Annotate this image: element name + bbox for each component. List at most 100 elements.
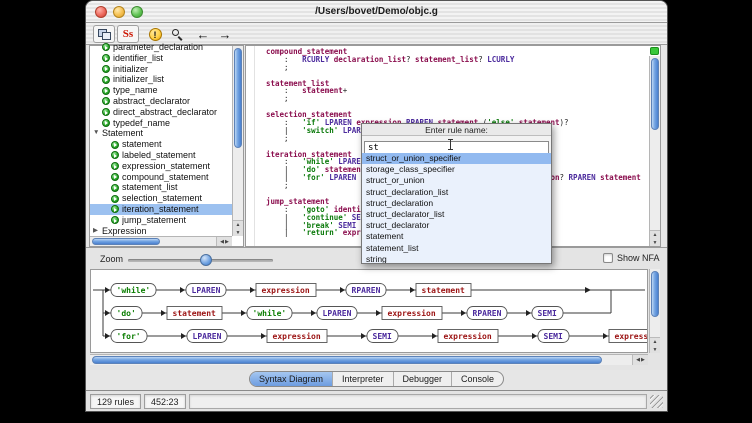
- tree-item-compound_statement[interactable]: compound_statement: [90, 172, 232, 183]
- rule-icon: [111, 173, 119, 181]
- tab-interpreter[interactable]: Interpreter: [333, 372, 394, 386]
- diagram-hscroll-arrows[interactable]: ◀▶: [632, 355, 648, 365]
- desktop-background: /Users/bovet/Demo/objc.g Ss ! ← →: [0, 0, 752, 423]
- editor-vertical-scrollbar-thumb[interactable]: [651, 58, 659, 130]
- rule-icon: [111, 216, 119, 224]
- completion-item[interactable]: struct_declaration: [362, 198, 551, 209]
- tab-debugger[interactable]: Debugger: [394, 372, 453, 386]
- back-button[interactable]: ←: [192, 25, 214, 43]
- tree-item-Expression[interactable]: ▶Expression: [90, 226, 232, 236]
- rule-tree: parameter_declarationidentifier_listinit…: [90, 42, 232, 236]
- editor-gutter: [254, 46, 255, 246]
- diagram-vertical-scrollbar-thumb[interactable]: [651, 271, 659, 317]
- completion-item[interactable]: string: [362, 254, 551, 263]
- tree-item-iteration_statement[interactable]: iteration_statement: [90, 204, 232, 215]
- syntax-diagram-panel: Zoom Show NFA 'while'LPARENexpressionRPA…: [86, 247, 667, 370]
- completion-item[interactable]: statement: [362, 231, 551, 242]
- caret-position: 452:23: [144, 394, 186, 409]
- rule-icon: [102, 65, 110, 73]
- find-button[interactable]: [166, 25, 188, 43]
- syntax-coloring-icon: Ss: [123, 29, 133, 40]
- zoom-button[interactable]: [131, 6, 143, 18]
- completion-item[interactable]: struct_declarator_list: [362, 209, 551, 220]
- ideas-button[interactable]: !: [144, 25, 166, 43]
- status-bar: 129 rules 452:23: [86, 390, 667, 411]
- tree-item-type_name[interactable]: type_name: [90, 85, 232, 96]
- console-button[interactable]: [93, 25, 115, 43]
- zoom-slider[interactable]: [128, 259, 273, 262]
- tree-vertical-scrollbar[interactable]: ▲▼: [232, 46, 243, 236]
- diagram-node-label: statement: [173, 309, 217, 318]
- tree-item-identifier_list[interactable]: identifier_list: [90, 53, 232, 64]
- completion-item[interactable]: struct_declaration_list: [362, 187, 551, 198]
- rule-icon: [102, 108, 110, 116]
- ibeam-cursor: [450, 139, 451, 150]
- completion-item[interactable]: struct_or_union: [362, 175, 551, 186]
- triangle-collapsed-icon[interactable]: ▶: [93, 226, 102, 236]
- tab-syntax-diagram[interactable]: Syntax Diagram: [250, 372, 333, 386]
- tree-horizontal-scrollbar-thumb[interactable]: [92, 238, 160, 245]
- rule-icon: [102, 76, 110, 84]
- tree-hscroll-arrows[interactable]: ◀▶: [216, 237, 232, 246]
- find-icon: [171, 28, 184, 41]
- completion-item[interactable]: storage_class_specifier: [362, 164, 551, 175]
- tree-item-expression_statement[interactable]: expression_statement: [90, 161, 232, 172]
- diagram-node-label: LPAREN: [323, 309, 352, 318]
- tree-item-statement_list[interactable]: statement_list: [90, 182, 232, 193]
- diagram-horizontal-scrollbar-thumb[interactable]: [92, 356, 602, 364]
- tree-item-initializer[interactable]: initializer: [90, 64, 232, 75]
- resize-grip[interactable]: [650, 395, 663, 408]
- diagram-node-label: LPAREN: [193, 332, 222, 341]
- diagram-node-label: SEMI: [544, 332, 563, 341]
- diagram-node-label: expression: [273, 331, 321, 341]
- tree-item-labeled_statement[interactable]: labeled_statement: [90, 150, 232, 161]
- tree-item-initializer_list[interactable]: initializer_list: [90, 74, 232, 85]
- diagram-node-label: SEMI: [373, 332, 392, 341]
- diagram-node-label: 'while': [117, 285, 151, 295]
- diagram-node-label: statement: [422, 286, 466, 295]
- tree-item-typedef_name[interactable]: typedef_name: [90, 118, 232, 129]
- diagram-node-label: LPAREN: [192, 286, 221, 295]
- rule-icon: [111, 141, 119, 149]
- rule-icon: [102, 97, 110, 105]
- tree-item-abstract_declarator[interactable]: abstract_declarator: [90, 96, 232, 107]
- popup-title: Enter rule name:: [362, 124, 551, 136]
- completion-list: struct_or_union_specifierstorage_class_s…: [362, 153, 551, 263]
- tree-item-direct_abstract_declarator[interactable]: direct_abstract_declarator: [90, 107, 232, 118]
- tree-item-selection_statement[interactable]: selection_statement: [90, 193, 232, 204]
- diagram-node-label: expression: [262, 285, 310, 295]
- rule-count: 129 rules: [90, 394, 141, 409]
- console-icon: [98, 29, 111, 40]
- rule-icon: [111, 195, 119, 203]
- diagram-vertical-scrollbar[interactable]: ▲▼: [649, 269, 660, 353]
- diagram-scroll-arrows[interactable]: ▲▼: [650, 337, 660, 353]
- diagram-node-label: expression: [388, 308, 436, 318]
- syntax-coloring-button[interactable]: Ss: [117, 25, 139, 43]
- tree-item-statement[interactable]: statement: [90, 139, 232, 150]
- rule-name-popup: Enter rule name: struct_or_union_specifi…: [361, 123, 552, 264]
- show-nfa-checkbox[interactable]: [603, 253, 613, 263]
- tab-console[interactable]: Console: [452, 372, 503, 386]
- tree-item-jump_statement[interactable]: jump_statement: [90, 215, 232, 226]
- minimize-button[interactable]: [113, 6, 125, 18]
- completion-item[interactable]: statement_list: [362, 243, 551, 254]
- close-button[interactable]: [95, 6, 107, 18]
- rule-icon: [102, 43, 110, 51]
- status-message-area: [189, 394, 647, 409]
- tree-vertical-scrollbar-thumb[interactable]: [234, 48, 242, 148]
- tree-item-Statement[interactable]: ▼Statement: [90, 128, 232, 139]
- tree-horizontal-scrollbar[interactable]: ◀▶: [90, 236, 232, 246]
- triangle-expanded-icon[interactable]: ▼: [93, 128, 102, 139]
- forward-button[interactable]: →: [214, 25, 236, 43]
- zoom-slider-knob[interactable]: [200, 254, 212, 266]
- diagram-node-label: expression: [444, 331, 492, 341]
- title-bar[interactable]: /Users/bovet/Demo/objc.g: [86, 1, 667, 23]
- editor-vertical-scrollbar[interactable]: ▲▼: [649, 56, 660, 246]
- editor-scroll-arrows[interactable]: ▲▼: [650, 230, 660, 246]
- tree-item-parameter_declaration[interactable]: parameter_declaration: [90, 42, 232, 53]
- completion-item[interactable]: struct_declarator: [362, 220, 551, 231]
- grammar-health-indicator: [650, 47, 659, 55]
- tree-scroll-arrows[interactable]: ▲▼: [233, 220, 243, 236]
- completion-item[interactable]: struct_or_union_specifier: [362, 153, 551, 164]
- diagram-horizontal-scrollbar[interactable]: ◀▶: [90, 354, 648, 365]
